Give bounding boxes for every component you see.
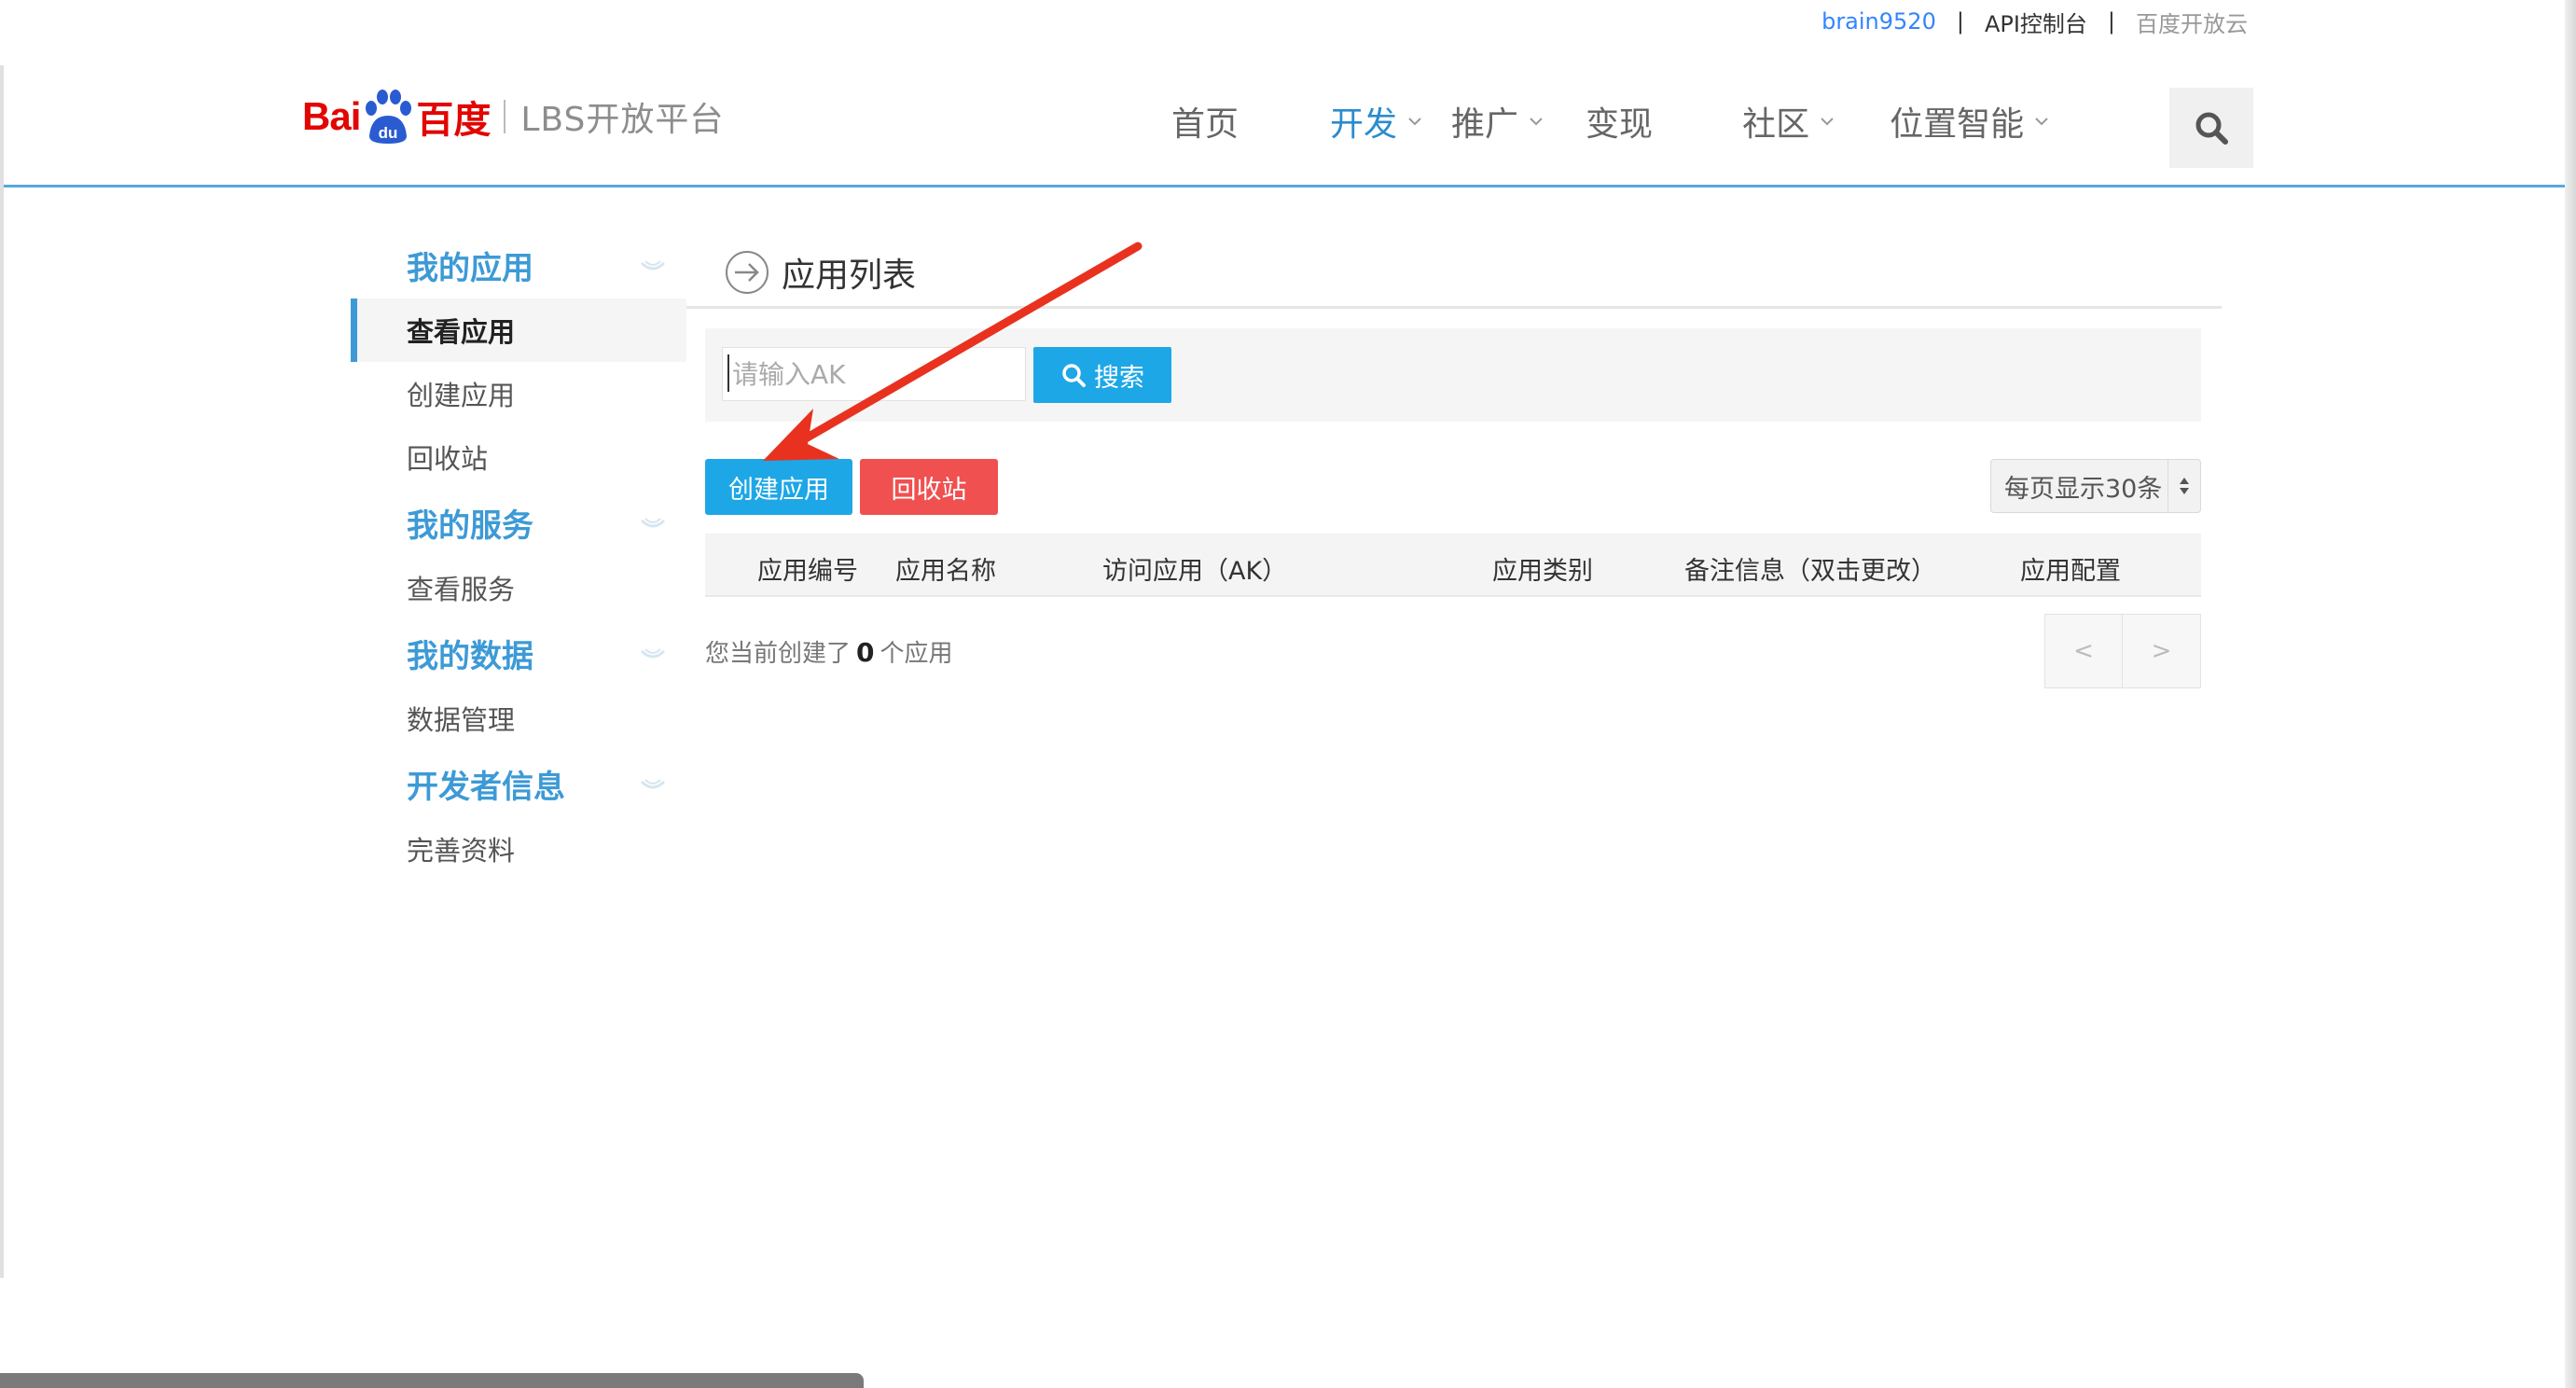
nav-label: 首页 <box>1171 105 1240 144</box>
chevron-down-icon <box>640 260 666 271</box>
nav-develop[interactable]: 开发 <box>1330 93 1423 149</box>
arrow-right-circle-icon <box>726 251 769 294</box>
sidebar-group-title: 我的数据 <box>407 637 533 675</box>
search-icon <box>1062 364 1086 387</box>
header-search-button[interactable] <box>2169 88 2253 168</box>
column-header[interactable]: 应用编号 <box>757 550 858 587</box>
chevron-down-icon <box>1408 118 1421 126</box>
search-panel: 搜索 <box>705 328 2201 422</box>
chevron-down-icon <box>1821 118 1834 126</box>
page-title-text: 应用列表 <box>782 257 917 295</box>
top-separator: | <box>1956 8 1964 35</box>
baidu-cloud-link[interactable]: 百度开放云 <box>2136 6 2248 38</box>
sidebar-item-complete-profile[interactable]: 完善资料 <box>351 817 686 881</box>
ak-search-input[interactable] <box>722 347 1026 401</box>
chevron-down-icon <box>1530 118 1543 126</box>
column-header[interactable]: 应用类别 <box>1492 550 1593 587</box>
sidebar-group-developer-info[interactable]: 开发者信息 <box>351 750 686 817</box>
vertical-scrollbar[interactable] <box>2565 0 2576 1388</box>
baidu-lbs-logo[interactable]: Bai du 百度 LBS开放平台 <box>302 84 724 149</box>
nav-label: 推广 <box>1451 105 1519 144</box>
api-console-link[interactable]: API控制台 <box>1985 6 2087 38</box>
top-separator: | <box>2107 8 2115 35</box>
top-bar: brain9520 | API控制台 | 百度开放云 <box>0 0 2576 42</box>
sidebar: 我的应用 查看应用 创建应用 回收站 我的服务 查看服务 我的数据 数据管理 开… <box>351 231 686 881</box>
prev-page-button[interactable]: < <box>2044 614 2123 688</box>
sidebar-item-view-services[interactable]: 查看服务 <box>351 556 686 619</box>
count-suffix: 个应用 <box>879 640 953 668</box>
nav-label: 位置智能 <box>1890 105 2025 144</box>
chevron-down-icon <box>640 779 666 789</box>
recycle-bin-button[interactable]: 回收站 <box>860 459 998 515</box>
paw-icon: du <box>362 88 414 146</box>
nav-label: 变现 <box>1586 105 1654 144</box>
text-caret <box>727 354 729 392</box>
create-app-button[interactable]: 创建应用 <box>705 459 852 515</box>
sidebar-group-my-services[interactable]: 我的服务 <box>351 489 686 556</box>
app-count-value: 0 <box>856 637 875 668</box>
chevron-down-icon <box>2035 118 2048 126</box>
nav-monetize[interactable]: 变现 <box>1586 93 1653 149</box>
logo-text-baidu: 百度 <box>416 99 492 142</box>
nav-home[interactable]: 首页 <box>1171 93 1239 149</box>
page-size-select[interactable]: 每页显示30条 <box>1990 459 2201 513</box>
search-button[interactable]: 搜索 <box>1033 347 1171 403</box>
logo-divider <box>504 100 506 133</box>
site-header: Bai du 百度 LBS开放平台 首页 开发 推广 变现 社区 位置智能 <box>0 41 2576 187</box>
column-header[interactable]: 访问应用（AK） <box>1102 550 1287 587</box>
sidebar-group-title: 我的应用 <box>407 249 533 287</box>
username-link[interactable]: brain9520 <box>1821 8 1936 35</box>
page-title: 应用列表 <box>724 248 916 297</box>
horizontal-scrollbar[interactable] <box>0 1373 864 1388</box>
logo-text-du: du <box>379 124 398 142</box>
sidebar-group-title: 我的服务 <box>407 507 533 545</box>
top-links: brain9520 | API控制台 | 百度开放云 <box>1821 6 2248 37</box>
column-header[interactable]: 应用配置 <box>2020 550 2121 587</box>
sidebar-group-my-apps[interactable]: 我的应用 <box>351 231 686 298</box>
logo-text-bai: Bai <box>302 94 361 138</box>
sidebar-item-data-management[interactable]: 数据管理 <box>351 687 686 750</box>
page-size-value: 每页显示30条 <box>2004 474 2163 504</box>
title-divider <box>686 306 2222 309</box>
nav-location-intelligence[interactable]: 位置智能 <box>1890 93 2050 149</box>
left-edge <box>0 65 4 1278</box>
pagination: < > <box>2044 614 2201 688</box>
count-prefix: 您当前创建了 <box>705 640 852 668</box>
sidebar-group-title: 开发者信息 <box>407 768 565 806</box>
main-nav: 首页 开发 推广 变现 社区 位置智能 <box>1119 93 2050 149</box>
sidebar-item-view-apps[interactable]: 查看应用 <box>351 298 686 362</box>
chevron-down-icon <box>640 648 666 659</box>
nav-label: 社区 <box>1742 105 1810 144</box>
column-header[interactable]: 备注信息（双击更改） <box>1684 550 1936 587</box>
next-page-button[interactable]: > <box>2123 614 2201 688</box>
select-arrows-icon <box>2167 460 2200 512</box>
search-icon <box>2195 112 2228 145</box>
sidebar-item-recycle-bin[interactable]: 回收站 <box>351 425 686 489</box>
chevron-down-icon <box>640 518 666 528</box>
nav-promote[interactable]: 推广 <box>1451 93 1544 149</box>
app-count-text: 您当前创建了 0 个应用 <box>705 634 953 669</box>
table-header: 应用编号 应用名称 访问应用（AK） 应用类别 备注信息（双击更改） 应用配置 <box>705 534 2201 597</box>
sidebar-item-create-app[interactable]: 创建应用 <box>351 362 686 425</box>
logo-text-platform: LBS开放平台 <box>520 101 725 139</box>
nav-community[interactable]: 社区 <box>1742 93 1835 149</box>
column-header[interactable]: 应用名称 <box>895 550 996 587</box>
nav-label: 开发 <box>1330 105 1398 144</box>
sidebar-group-my-data[interactable]: 我的数据 <box>351 619 686 687</box>
search-button-label: 搜索 <box>1094 363 1144 393</box>
